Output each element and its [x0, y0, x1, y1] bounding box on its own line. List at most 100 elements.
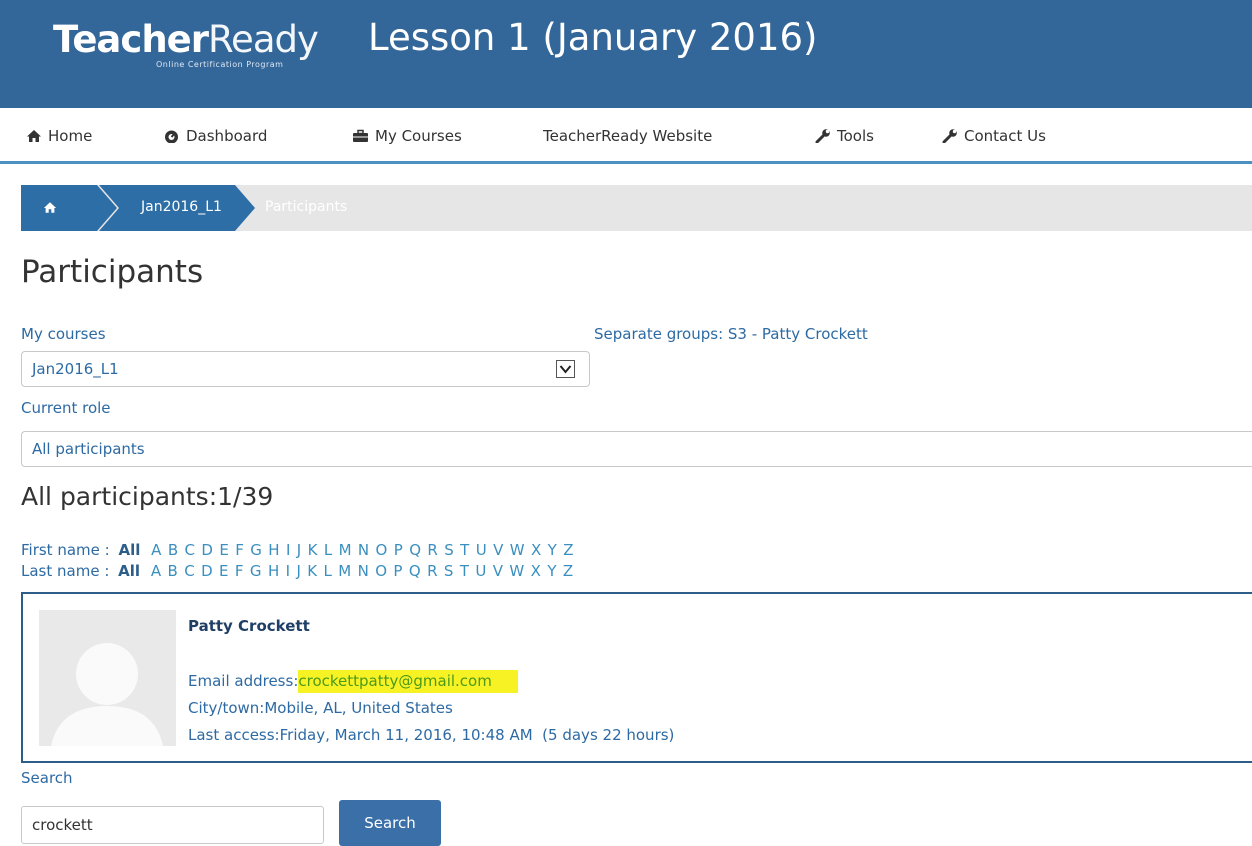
breadcrumb: Jan2016_L1 Participants [21, 185, 1252, 231]
course-title: Lesson 1 (January 2016) [368, 16, 818, 59]
logo-wordmark: TeacherReady [53, 18, 353, 61]
first-name-letter-i[interactable]: I [286, 541, 290, 559]
city-label: City/town: [188, 699, 265, 717]
last-name-letter-x[interactable]: X [531, 562, 541, 580]
page-title: Participants [21, 254, 204, 290]
nav-contact-us-label: Contact Us [964, 127, 1046, 145]
first-name-letter-q[interactable]: Q [409, 541, 421, 559]
first-name-letter-m[interactable]: M [339, 541, 352, 559]
first-name-all[interactable]: All [118, 541, 140, 559]
last-name-letter-t[interactable]: T [460, 562, 469, 580]
last-name-label: Last name : [21, 562, 110, 580]
last-name-letter-z[interactable]: Z [563, 562, 573, 580]
nav-home[interactable]: Home [26, 127, 92, 145]
nav-contact-us[interactable]: Contact Us [942, 127, 1046, 145]
breadcrumb-home[interactable] [21, 185, 117, 231]
last-name-letter-y[interactable]: Y [547, 562, 556, 580]
current-role-select[interactable]: All participants [21, 431, 1252, 467]
nav-tools[interactable]: Tools [815, 127, 874, 145]
last-name-letter-o[interactable]: O [375, 562, 387, 580]
first-name-letter-x[interactable]: X [531, 541, 541, 559]
first-name-letter-s[interactable]: S [444, 541, 454, 559]
email-label: Email address: [188, 672, 299, 690]
first-name-letter-c[interactable]: C [185, 541, 195, 559]
nav-website-label: TeacherReady Website [543, 127, 713, 145]
separate-groups-label: Separate groups: S3 - Patty Crockett [594, 325, 868, 343]
first-name-letter-v[interactable]: V [493, 541, 503, 559]
last-name-letter-i[interactable]: I [286, 562, 290, 580]
first-name-letter-w[interactable]: W [510, 541, 525, 559]
main-nav: Home Dashboard My Courses TeacherReady W… [0, 108, 1252, 164]
nav-home-label: Home [48, 127, 93, 145]
first-name-letter-h[interactable]: H [268, 541, 279, 559]
my-courses-label: My courses [21, 325, 106, 343]
teacherready-logo[interactable]: TeacherReady Online Certification Progra… [53, 18, 353, 78]
participant-email-row: Email address:crockettpatty@gmail.com [188, 670, 518, 693]
last-name-letter-d[interactable]: D [201, 562, 213, 580]
first-name-letter-r[interactable]: R [427, 541, 437, 559]
last-name-letter-h[interactable]: H [268, 562, 279, 580]
first-name-letter-o[interactable]: O [376, 541, 388, 559]
nav-teacherready-website[interactable]: TeacherReady Website [543, 127, 712, 145]
last-name-letter-l[interactable]: L [324, 562, 332, 580]
last-name-letter-n[interactable]: N [358, 562, 369, 580]
first-name-letter-k[interactable]: K [308, 541, 318, 559]
last-name-letter-b[interactable]: B [168, 562, 178, 580]
first-name-letter-n[interactable]: N [358, 541, 369, 559]
last-name-letter-a[interactable]: A [151, 562, 161, 580]
nav-tools-label: Tools [837, 127, 874, 145]
first-name-letter-z[interactable]: Z [563, 541, 573, 559]
my-courses-select[interactable]: Jan2016_L1 [21, 351, 590, 387]
last-name-letter-e[interactable]: E [219, 562, 228, 580]
last-name-letter-s[interactable]: S [444, 562, 454, 580]
site-header: TeacherReady Online Certification Progra… [0, 0, 1252, 108]
participant-card: Patty Crockett Email address:crockettpat… [21, 592, 1252, 763]
nav-dashboard[interactable]: Dashboard [163, 127, 267, 145]
last-name-all[interactable]: All [118, 562, 140, 580]
current-role-select-value: All participants [32, 440, 145, 458]
first-name-letter-f[interactable]: F [235, 541, 244, 559]
participant-name-link[interactable]: Patty Crockett [188, 617, 310, 635]
last-name-initials-bar: Last name : All ABCDEFGHIJKLMNOPQRSTUVWX… [21, 562, 580, 580]
first-name-letter-a[interactable]: A [151, 541, 161, 559]
first-name-letter-u[interactable]: U [476, 541, 487, 559]
logo-bold-text: Teacher [53, 18, 209, 61]
home-icon [27, 130, 41, 142]
last-name-letter-k[interactable]: K [307, 562, 317, 580]
last-name-letter-p[interactable]: P [393, 562, 402, 580]
first-name-letter-b[interactable]: B [168, 541, 178, 559]
nav-my-courses[interactable]: My Courses [352, 127, 462, 145]
last-name-letter-r[interactable]: R [427, 562, 437, 580]
last-name-letter-f[interactable]: F [235, 562, 244, 580]
wrench-icon [815, 129, 830, 143]
dashboard-icon [165, 130, 178, 143]
first-name-letter-l[interactable]: L [324, 541, 332, 559]
last-name-letter-g[interactable]: G [250, 562, 262, 580]
chevron-down-icon[interactable] [556, 360, 575, 378]
logo-tagline: Online Certification Program [156, 60, 284, 69]
last-name-letter-m[interactable]: M [338, 562, 351, 580]
first-name-letter-p[interactable]: P [394, 541, 403, 559]
last-access-value: Friday, March 11, 2016, 10:48 AM (5 days… [279, 726, 675, 744]
last-name-letter-w[interactable]: W [509, 562, 524, 580]
last-name-letter-j[interactable]: J [296, 562, 300, 580]
default-avatar-icon [39, 610, 176, 746]
participant-last-access-row: Last access:Friday, March 11, 2016, 10:4… [188, 726, 674, 744]
current-role-label: Current role [21, 399, 111, 417]
last-name-letter-q[interactable]: Q [409, 562, 421, 580]
last-name-letter-c[interactable]: C [184, 562, 194, 580]
first-name-letter-e[interactable]: E [219, 541, 228, 559]
participants-count: All participants:1/39 [21, 482, 274, 511]
last-name-letter-u[interactable]: U [475, 562, 486, 580]
first-name-letter-t[interactable]: T [460, 541, 469, 559]
first-name-letter-y[interactable]: Y [548, 541, 557, 559]
last-name-letter-v[interactable]: V [493, 562, 503, 580]
first-name-letter-d[interactable]: D [201, 541, 213, 559]
first-name-letter-g[interactable]: G [250, 541, 262, 559]
search-input[interactable] [21, 806, 324, 844]
avatar[interactable] [39, 610, 176, 746]
search-label: Search [21, 769, 73, 787]
first-name-letter-j[interactable]: J [297, 541, 301, 559]
breadcrumb-course[interactable]: Jan2016_L1 [99, 185, 255, 231]
search-button[interactable]: Search [339, 800, 441, 846]
